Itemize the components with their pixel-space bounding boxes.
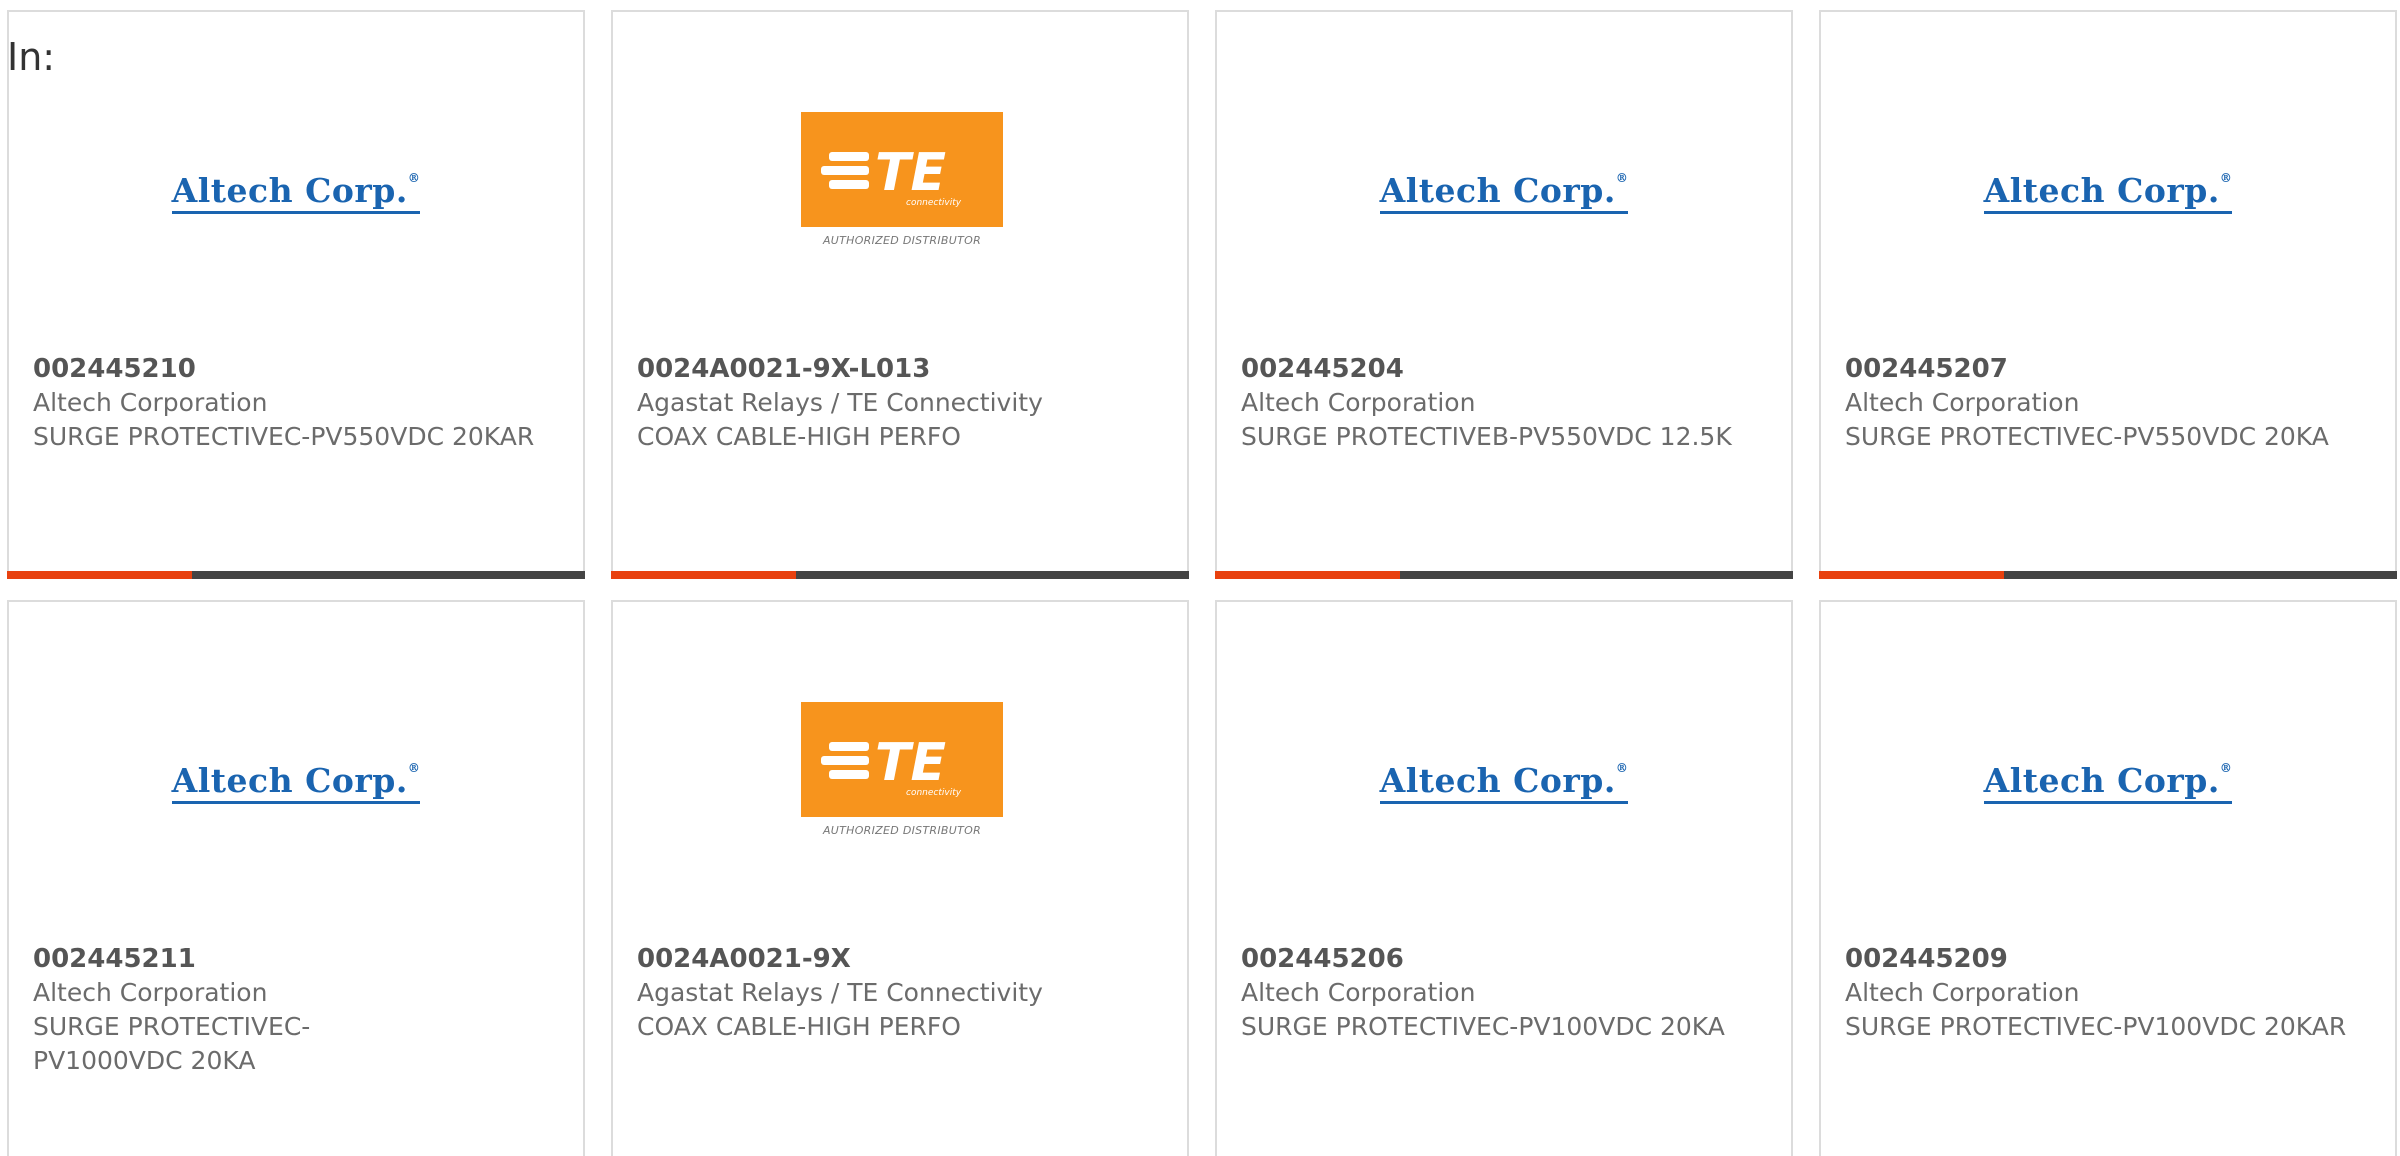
- product-description: COAX CABLE-HIGH PERFO: [637, 1012, 961, 1041]
- product-description: SURGE PROTECTIVEC-PV550VDC 20KAR: [33, 422, 535, 451]
- product-description: SURGE PROTECTIVEC-PV100VDC 20KA: [1241, 1012, 1725, 1041]
- product-description: COAX CABLE-HIGH PERFO: [637, 422, 961, 451]
- part-number[interactable]: 0024A0021-9X-L013: [637, 352, 1163, 386]
- product-card[interactable]: TE connectivity AUTHORIZED DISTRIBUTOR 0…: [611, 600, 1189, 1156]
- filter-in-label: In:: [7, 35, 56, 79]
- te-connectivity-logo: TE connectivity AUTHORIZED DISTRIBUTOR: [613, 112, 1187, 262]
- manufacturer-name: Altech Corporation: [1845, 388, 2080, 417]
- altech-logo: Altech Corp.®: [1217, 752, 1791, 812]
- altech-logo: Altech Corp.®: [1821, 752, 2395, 812]
- manufacturer-name: Altech Corporation: [1241, 388, 1476, 417]
- card-progress-fill: [7, 571, 192, 579]
- card-progress-fill: [611, 571, 796, 579]
- te-connectivity-logo: TE connectivity AUTHORIZED DISTRIBUTOR: [613, 702, 1187, 852]
- product-card[interactable]: Altech Corp.® 002445211 Altech Corporati…: [7, 600, 585, 1156]
- product-card[interactable]: Altech Corp.® 002445206 Altech Corporati…: [1215, 600, 1793, 1156]
- card-progress-bar: [1819, 571, 2397, 579]
- card-progress-bar: [1215, 571, 1793, 579]
- product-card[interactable]: Altech Corp.® 002445210 Altech Corporati…: [7, 10, 585, 579]
- product-card[interactable]: Altech Corp.® 002445207 Altech Corporati…: [1819, 10, 2397, 579]
- part-number[interactable]: 0024A0021-9X: [637, 942, 1163, 976]
- svg-text:TE: TE: [875, 733, 946, 793]
- part-number[interactable]: 002445209: [1845, 942, 2371, 976]
- part-number[interactable]: 002445206: [1241, 942, 1767, 976]
- card-progress-fill: [1819, 571, 2004, 579]
- card-progress-fill: [1215, 571, 1400, 579]
- part-number[interactable]: 002445210: [33, 352, 559, 386]
- altech-logo: Altech Corp.®: [9, 162, 583, 222]
- card-progress-bar: [7, 571, 585, 579]
- altech-logo: Altech Corp.®: [1821, 162, 2395, 222]
- altech-logo: Altech Corp.®: [9, 752, 583, 812]
- altech-logo: Altech Corp.®: [1217, 162, 1791, 222]
- part-number[interactable]: 002445207: [1845, 352, 2371, 386]
- manufacturer-name: Agastat Relays / TE Connectivity: [637, 978, 1043, 1007]
- svg-text:connectivity: connectivity: [906, 198, 962, 208]
- part-number[interactable]: 002445211: [33, 942, 559, 976]
- product-grid-page: In: Altech Corp.® 002445210 Altech Corpo…: [0, 0, 2400, 1156]
- manufacturer-name: Altech Corporation: [1241, 978, 1476, 1007]
- part-number[interactable]: 002445204: [1241, 352, 1767, 386]
- manufacturer-name: Altech Corporation: [33, 978, 268, 1007]
- product-description: SURGE PROTECTIVEB-PV550VDC 12.5K: [1241, 422, 1732, 451]
- card-progress-bar: [611, 571, 1189, 579]
- product-description: SURGE PROTECTIVEC-PV100VDC 20KAR: [1845, 1012, 2347, 1041]
- svg-text:TE: TE: [875, 143, 946, 203]
- product-card[interactable]: Altech Corp.® 002445209 Altech Corporati…: [1819, 600, 2397, 1156]
- product-card[interactable]: TE connectivity AUTHORIZED DISTRIBUTOR 0…: [611, 10, 1189, 579]
- manufacturer-name: Agastat Relays / TE Connectivity: [637, 388, 1043, 417]
- manufacturer-name: Altech Corporation: [33, 388, 268, 417]
- svg-text:connectivity: connectivity: [906, 788, 962, 798]
- product-description: SURGE PROTECTIVEC-PV1000VDC 20KA: [33, 1012, 311, 1075]
- manufacturer-name: Altech Corporation: [1845, 978, 2080, 1007]
- product-description: SURGE PROTECTIVEC-PV550VDC 20KA: [1845, 422, 2329, 451]
- product-card[interactable]: Altech Corp.® 002445204 Altech Corporati…: [1215, 10, 1793, 579]
